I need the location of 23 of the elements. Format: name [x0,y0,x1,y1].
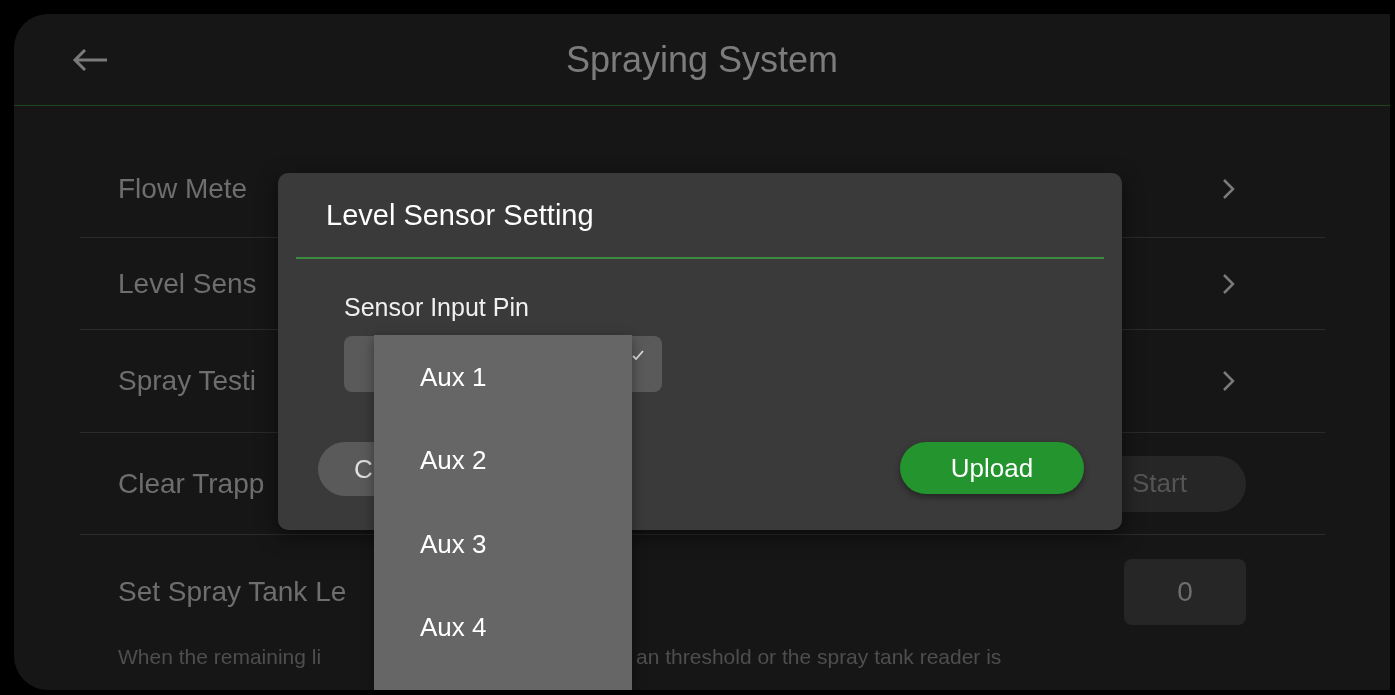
open-button[interactable] [1221,176,1237,201]
dropdown-option[interactable]: Aux 4 [374,606,632,690]
field-label: Sensor Input Pin [344,293,530,322]
open-button[interactable] [1221,271,1237,296]
setting-label: Flow Mete [118,172,248,205]
setting-label: Spray Testi [118,365,256,397]
dropdown-option[interactable]: Aux 1 [374,357,632,441]
dropdown-option[interactable]: Aux 3 [374,523,632,607]
page-title: Spraying System [565,38,839,81]
chevron-right-icon [1221,176,1237,201]
chevron-right-icon [1221,369,1237,393]
setting-label: Clear Trapp [118,467,265,500]
chevron-right-icon [1221,271,1237,296]
upload-button[interactable]: Upload [900,442,1084,494]
check-icon [632,350,644,360]
description-text: an threshold or the spray tank reader is [636,645,1002,669]
dialog-title: Level Sensor Setting [325,198,595,233]
dropdown-option[interactable]: Aux 2 [374,440,632,524]
setting-label: Level Sens [118,267,257,300]
value-field[interactable]: 0 [1124,559,1246,625]
description-text: When the remaining li [118,645,323,669]
setting-label: Set Spray Tank Le [118,576,347,608]
open-button[interactable] [1221,369,1237,393]
